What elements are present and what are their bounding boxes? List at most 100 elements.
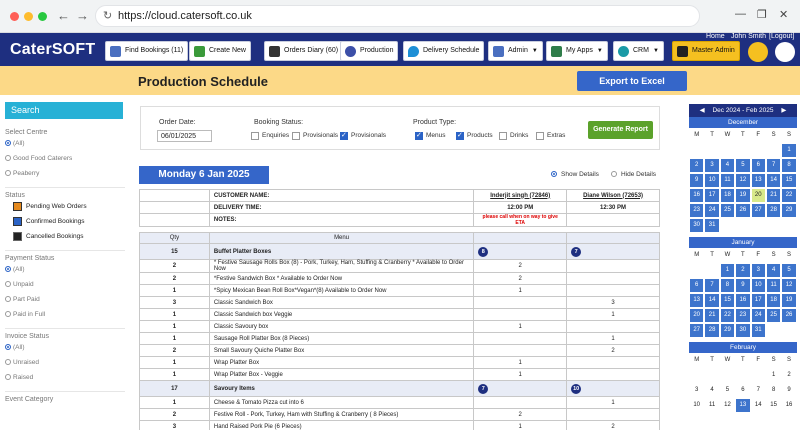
provisionals-checkbox-1[interactable]: Provisionals	[292, 132, 338, 140]
centre-option-peaberry[interactable]: Peaberry	[5, 166, 125, 181]
calendar-day[interactable]: 6	[690, 279, 704, 292]
calendar-day[interactable]: 29	[782, 204, 796, 217]
calendar-day[interactable]: 1	[782, 144, 796, 157]
calendar-day[interactable]: 1	[766, 369, 781, 382]
calendar-day[interactable]: 29	[720, 324, 735, 337]
calendar-day[interactable]: 12	[720, 399, 735, 412]
calendar-day[interactable]: 28	[705, 324, 719, 337]
restore-icon[interactable]: ❐	[757, 8, 767, 21]
calendar-day[interactable]: 17	[751, 294, 765, 307]
calendar-day[interactable]: 6	[736, 384, 750, 397]
calendar-day[interactable]: 4	[766, 264, 781, 277]
calendar-day[interactable]: 11	[705, 399, 719, 412]
centre-option-good-food[interactable]: Good Food Caterers	[5, 151, 125, 166]
production-button[interactable]: Production	[340, 41, 399, 61]
calendar-day[interactable]: 1	[720, 264, 735, 277]
calendar-day[interactable]: 16	[782, 399, 796, 412]
calendar-day[interactable]: 2	[736, 264, 750, 277]
calendar-day[interactable]: 4	[705, 384, 719, 397]
delivery-schedule-button[interactable]: Delivery Schedule	[403, 41, 485, 61]
calendar-day[interactable]: 8	[766, 384, 781, 397]
invoice-option-unraised[interactable]: Unraised	[5, 355, 125, 370]
close-icon[interactable]: ✕	[779, 8, 788, 21]
payment-option-part-paid[interactable]: Part Paid	[5, 292, 125, 307]
calendar-day[interactable]: 16	[736, 294, 750, 307]
order-date-input[interactable]: 06/01/2025	[157, 130, 212, 142]
calendar-day[interactable]: 10	[751, 279, 765, 292]
forward-arrow-icon[interactable]: →	[76, 8, 89, 23]
generate-report-button[interactable]: Generate Report	[588, 121, 653, 139]
next-month-icon[interactable]: ▶	[781, 107, 786, 114]
calendar-day[interactable]: 20	[751, 189, 765, 202]
calendar-day[interactable]: 2	[690, 159, 704, 172]
calendar-day[interactable]: 14	[766, 174, 781, 187]
calendar-day[interactable]: 17	[705, 189, 719, 202]
calendar-day[interactable]: 31	[705, 219, 719, 232]
calendar-day[interactable]: 9	[690, 174, 704, 187]
calendar-day[interactable]: 21	[766, 189, 781, 202]
products-checkbox[interactable]: Products	[456, 131, 493, 140]
calendar-day[interactable]: 24	[751, 309, 765, 322]
admin-menu-button[interactable]: Admin ▼	[488, 41, 543, 61]
calendar-day[interactable]: 25	[766, 309, 781, 322]
my-apps-menu-button[interactable]: My Apps ▼	[546, 41, 608, 61]
calendar-day[interactable]: 3	[690, 384, 704, 397]
calendar-day[interactable]: 18	[766, 294, 781, 307]
calendar-day[interactable]: 7	[705, 279, 719, 292]
hide-details-option[interactable]: Hide Details	[611, 171, 656, 178]
calendar-day[interactable]: 26	[736, 204, 750, 217]
customer-2-link[interactable]: Diane Wilson (72653)	[566, 189, 660, 202]
calendar-day[interactable]: 19	[736, 189, 750, 202]
calendar-day[interactable]: 14	[705, 294, 719, 307]
calendar-day[interactable]: 11	[720, 174, 735, 187]
extras-checkbox[interactable]: Extras	[536, 132, 565, 140]
centre-option-all[interactable]: (All)	[5, 136, 125, 151]
calendar-day[interactable]: 21	[705, 309, 719, 322]
calendar-day[interactable]: 5	[736, 159, 750, 172]
menus-checkbox[interactable]: Menus	[415, 131, 446, 140]
calendar-day[interactable]: 30	[736, 324, 750, 337]
calendar-day[interactable]: 3	[705, 159, 719, 172]
status-pending-web-orders[interactable]: Pending Web Orders	[5, 199, 125, 214]
calendar-day[interactable]: 22	[782, 189, 796, 202]
show-details-option[interactable]: Show Details	[551, 171, 599, 178]
calendar-day[interactable]: 28	[766, 204, 781, 217]
calendar-day[interactable]: 18	[720, 189, 735, 202]
sidebar-search-heading[interactable]: Search	[5, 102, 123, 119]
prev-month-icon[interactable]: ◀	[700, 107, 705, 114]
minimize-window-dot[interactable]	[24, 12, 33, 21]
calendar-day[interactable]: 30	[690, 219, 704, 232]
back-arrow-icon[interactable]: ←	[57, 8, 70, 23]
calendar-day[interactable]: 20	[690, 309, 704, 322]
close-window-dot[interactable]	[10, 12, 19, 21]
calendar-day[interactable]: 19	[782, 294, 796, 307]
calendar-day[interactable]: 2	[782, 369, 796, 382]
calendar-day[interactable]: 25	[720, 204, 735, 217]
catersoft-logo[interactable]: CaterSOFT	[10, 41, 95, 59]
calendar-day[interactable]: 7	[751, 384, 765, 397]
minimize-icon[interactable]: —	[735, 8, 746, 20]
create-new-button[interactable]: Create New	[189, 41, 251, 61]
calendar-day[interactable]: 7	[766, 159, 781, 172]
user-name-link[interactable]: John Smith	[731, 33, 766, 40]
calendar-day[interactable]: 3	[751, 264, 765, 277]
calendar-day[interactable]: 4	[720, 159, 735, 172]
calendar-day[interactable]: 8	[720, 279, 735, 292]
calendar-day[interactable]: 9	[736, 279, 750, 292]
calendar-day[interactable]: 15	[782, 174, 796, 187]
calendar-day[interactable]: 15	[720, 294, 735, 307]
customer-1-link[interactable]: Inderjit singh (72846)	[473, 189, 568, 202]
calendar-day[interactable]: 5	[782, 264, 796, 277]
export-to-excel-button[interactable]: Export to Excel	[577, 71, 687, 91]
smiley-avatar[interactable]	[748, 42, 768, 62]
calendar-day[interactable]: 14	[751, 399, 765, 412]
payment-option-all[interactable]: (All)	[5, 262, 125, 277]
address-bar[interactable]: ↻ https://cloud.catersoft.co.uk	[95, 5, 700, 27]
enquiries-checkbox[interactable]: Enquiries	[251, 132, 289, 140]
status-confirmed-bookings[interactable]: Confirmed Bookings	[5, 214, 125, 229]
status-cancelled-bookings[interactable]: Cancelled Bookings	[5, 229, 125, 244]
reload-icon[interactable]: ↻	[103, 6, 112, 27]
calendar-day[interactable]: 10	[690, 399, 704, 412]
calendar-day[interactable]: 12	[736, 174, 750, 187]
calendar-day[interactable]: 13	[751, 174, 765, 187]
